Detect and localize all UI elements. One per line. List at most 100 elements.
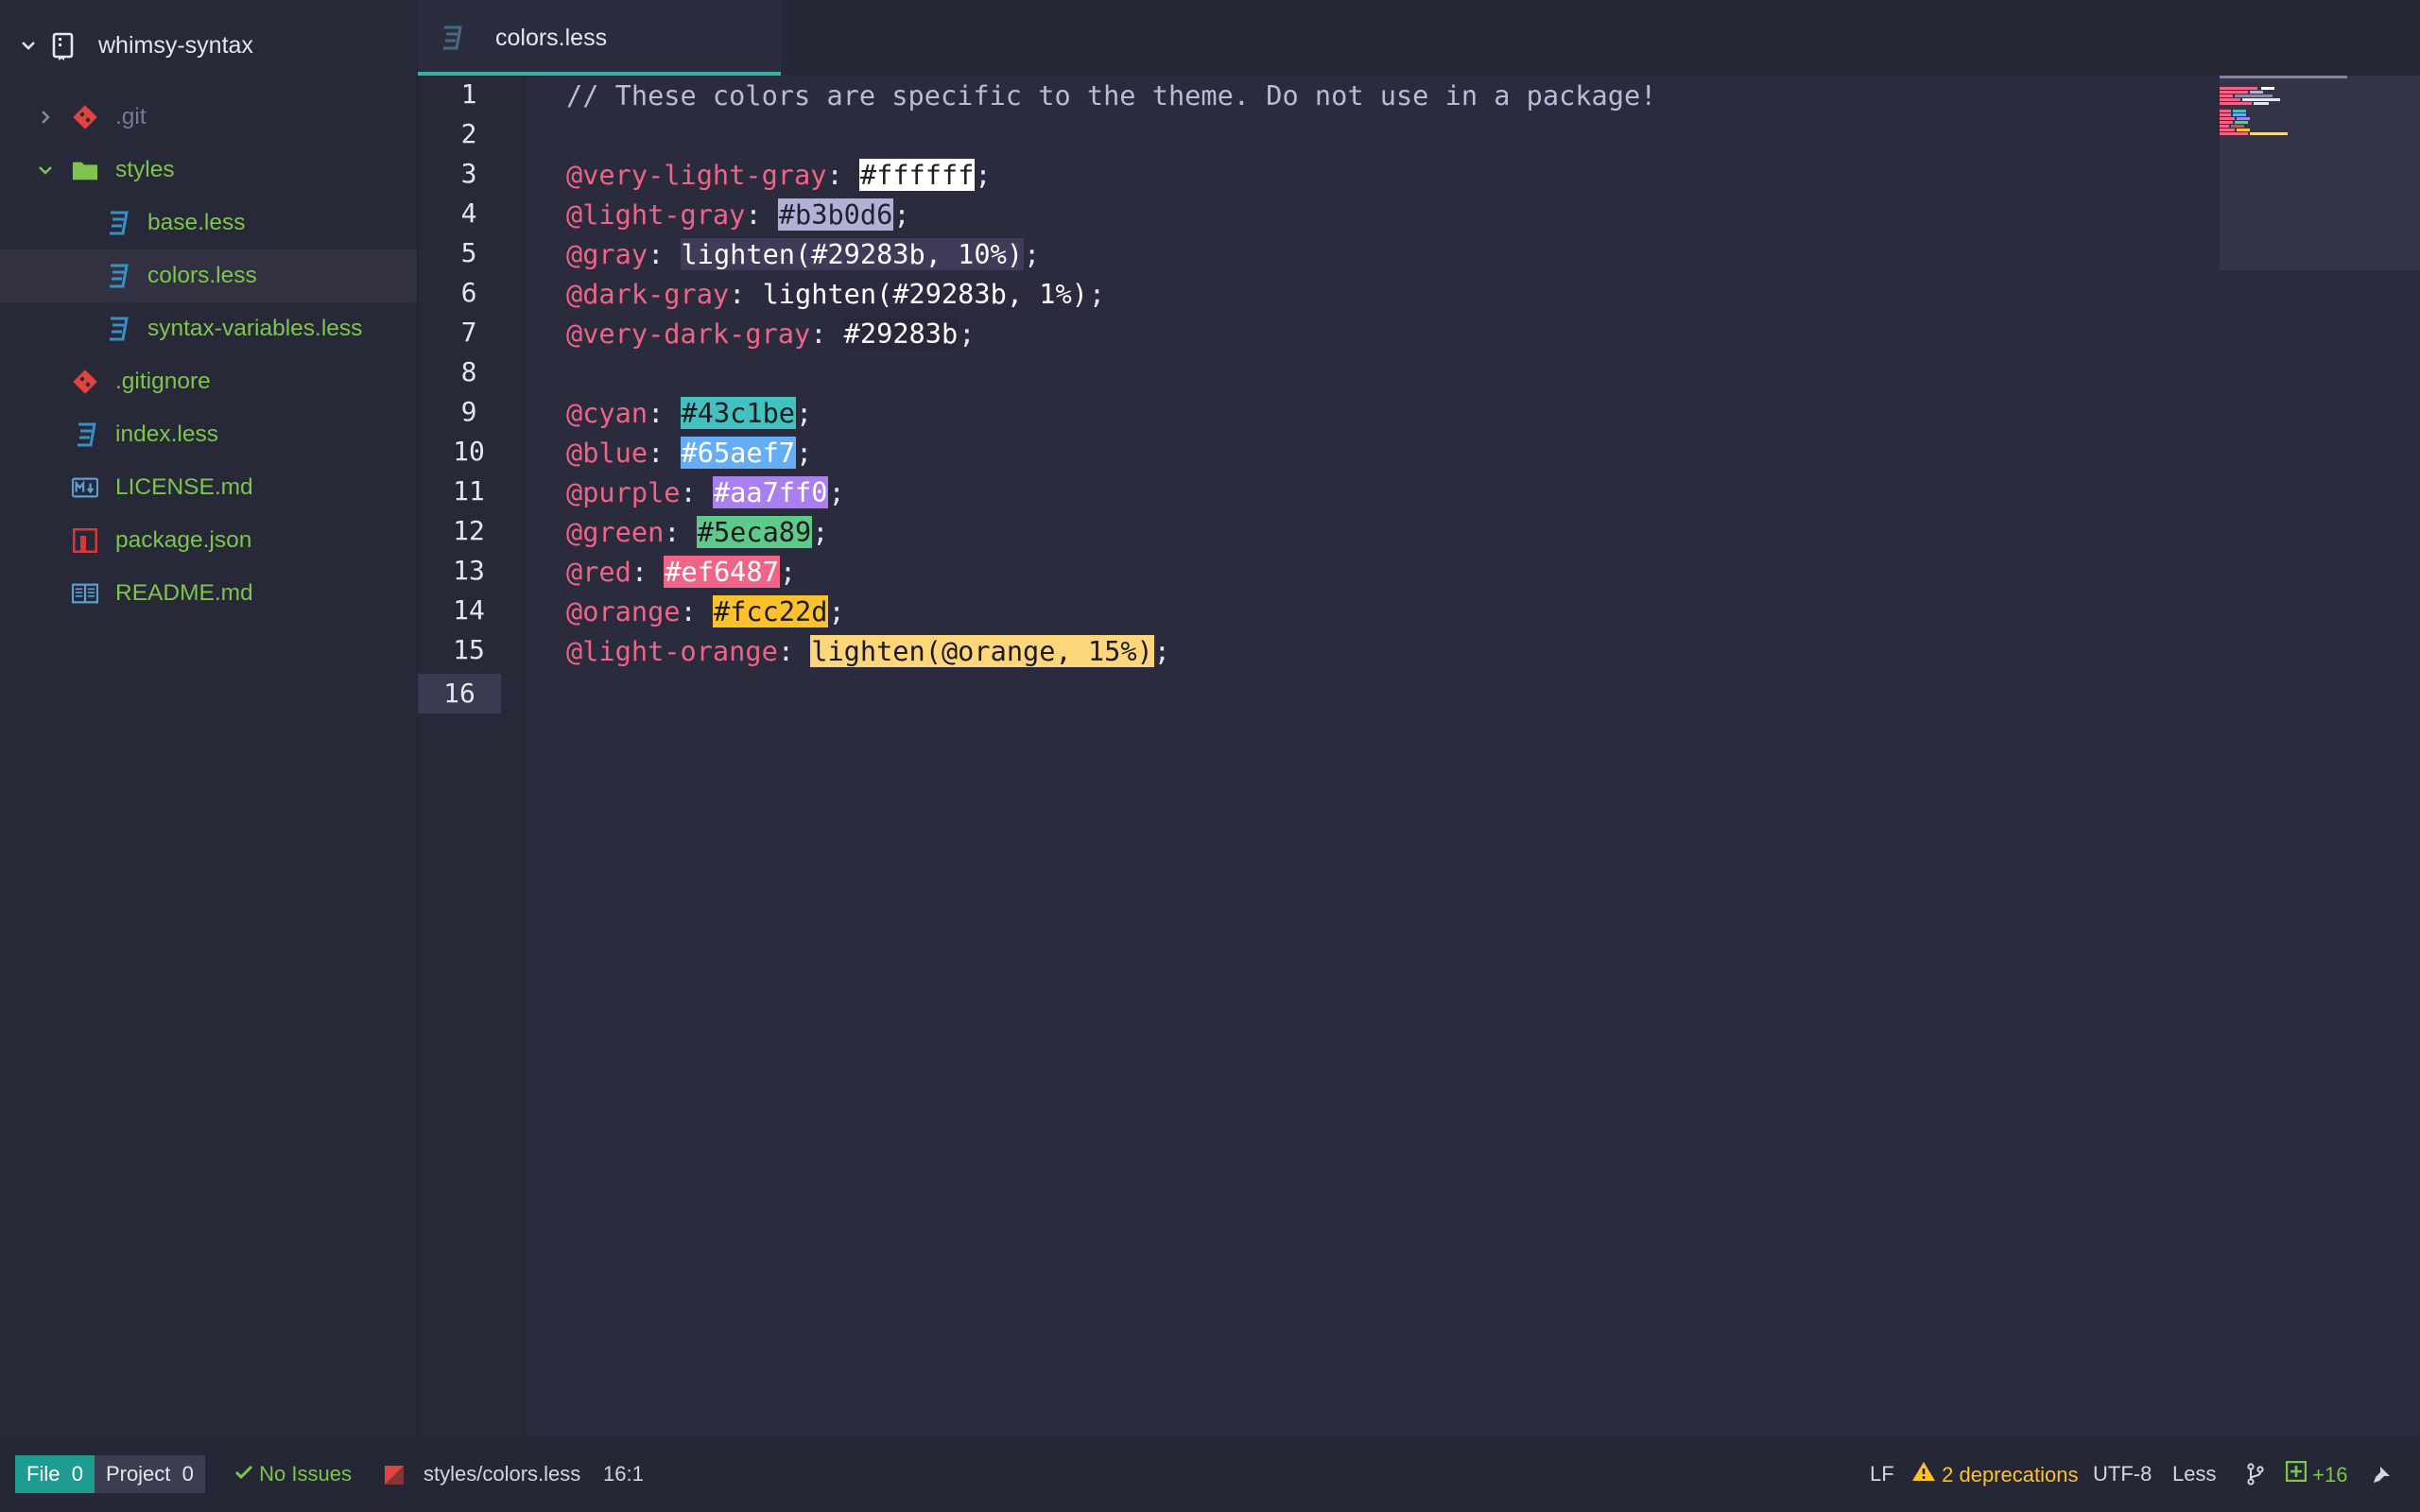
tree-item-colors-less[interactable]: colors.less	[0, 249, 417, 302]
no-issues-status[interactable]: No Issues	[234, 1461, 352, 1487]
folder-icon	[72, 157, 98, 183]
colon: :	[729, 278, 762, 310]
color-swatch: #fcc22d	[712, 595, 829, 627]
semicolon: ;	[1024, 238, 1041, 270]
variable-name: @dark-gray	[566, 278, 730, 310]
file-issues-badge[interactable]: File 0	[15, 1455, 95, 1493]
grammar[interactable]: Less	[2172, 1461, 2216, 1487]
minimap-line	[2220, 76, 2347, 78]
colon: :	[826, 159, 859, 191]
tree-item-base-less[interactable]: base.less	[0, 197, 417, 249]
tree-item-gitignore[interactable]: .gitignore	[0, 355, 417, 408]
check-icon	[234, 1462, 259, 1486]
line-number: 9	[460, 396, 477, 427]
tree-item-syntax-variables-less[interactable]: syntax-variables.less	[0, 302, 417, 355]
line-number: 14	[453, 594, 485, 626]
semicolon: ;	[812, 516, 829, 548]
project-issues-badge[interactable]: Project 0	[94, 1455, 205, 1493]
cursor-position[interactable]: 16:1	[603, 1461, 644, 1487]
line-number: 3	[460, 158, 477, 189]
line-number: 4	[460, 198, 477, 229]
tree-item-label: colors.less	[147, 263, 257, 288]
tree-item-styles[interactable]: styles	[0, 144, 417, 197]
colon: :	[777, 635, 811, 667]
minimap-line	[2220, 117, 2235, 120]
color-swatch: lighten(@orange, 15%)	[810, 635, 1154, 667]
color-swatch: lighten(#29283b, 10%)	[680, 238, 1025, 270]
text-editor[interactable]: 1 2 3 4 5 6 7 8 9 10 11 12 13 14 15 16 /…	[418, 76, 2420, 1436]
colon: :	[648, 437, 681, 469]
semicolon: ;	[959, 318, 976, 350]
colon: :	[648, 238, 681, 270]
line-number: 1	[460, 78, 477, 110]
tab-colors-less[interactable]: colors.less	[418, 0, 781, 76]
markdown-icon	[72, 474, 98, 501]
minimap-line	[2220, 87, 2257, 90]
tree-item-index-less[interactable]: index.less	[0, 408, 417, 461]
git-diff-count: +16	[2312, 1463, 2348, 1486]
tree-item-label: base.less	[147, 210, 246, 235]
minimap-line	[2220, 102, 2252, 105]
code-line-11: @purple: #aa7ff0;	[566, 472, 845, 512]
minimap[interactable]	[2220, 76, 2420, 270]
color-swatch: #65aef7	[680, 437, 797, 469]
color-swatch: #aa7ff0	[712, 476, 829, 508]
line-ending[interactable]: LF	[1870, 1461, 1894, 1487]
minimap-line	[2261, 87, 2274, 90]
code-area[interactable]: // These colors are specific to the them…	[527, 76, 2420, 1436]
chevron-down-icon[interactable]	[19, 32, 38, 59]
minimap-line	[2235, 121, 2248, 124]
minimap-line	[2231, 125, 2244, 128]
chevron-down-icon[interactable]	[36, 157, 55, 183]
code-line-13: @red: #ef6487;	[566, 552, 796, 592]
minimap-line	[2220, 125, 2229, 128]
tree-item-license-md[interactable]: LICENSE.md	[0, 461, 417, 514]
css3-icon	[439, 25, 465, 51]
tree-item-readme-md[interactable]: README.md	[0, 567, 417, 620]
chevron-right-icon[interactable]	[36, 104, 55, 130]
git-diff-status[interactable]: +16	[2285, 1460, 2348, 1488]
npm-icon	[72, 527, 98, 554]
line-number: 2	[460, 118, 477, 149]
color-swatch: #b3b0d6	[777, 198, 894, 231]
variable-name: @blue	[566, 437, 648, 469]
color-swatch: #5eca89	[696, 516, 813, 548]
tree-item-label: README.md	[115, 580, 253, 606]
minimap-line	[2250, 91, 2263, 94]
line-number-gutter[interactable]: 1 2 3 4 5 6 7 8 9 10 11 12 13 14 15 16	[418, 76, 527, 1436]
project-root[interactable]: whimsy-syntax	[0, 19, 417, 72]
tree-item-package-json[interactable]: package.json	[0, 514, 417, 567]
minimap-line	[2237, 117, 2250, 120]
tree-item-label: package.json	[115, 527, 252, 553]
variable-name: @red	[566, 556, 631, 588]
minimap-line	[2220, 132, 2248, 135]
pin-icon[interactable]	[2371, 1463, 2392, 1492]
git-branch-icon[interactable]	[2246, 1463, 2265, 1492]
code-line-6: @dark-gray: lighten(#29283b, 1%);	[566, 274, 1105, 314]
minimap-line	[2220, 110, 2231, 112]
status-bar: File 0 Project 0 No Issues styles/colors…	[0, 1436, 2420, 1512]
file-modified-icon	[384, 1465, 405, 1492]
css3-icon	[104, 316, 130, 342]
line-number: 12	[453, 515, 485, 546]
css3-icon	[104, 263, 130, 289]
code-line-3: @very-light-gray: #ffffff;	[566, 155, 992, 195]
colon: :	[648, 397, 681, 429]
deprecations-label: 2 deprecations	[1942, 1463, 2079, 1486]
minimap-line	[2220, 129, 2235, 131]
tree-item-git[interactable]: .git	[0, 91, 417, 144]
code-line-5: @gray: lighten(#29283b, 10%);	[566, 234, 1040, 274]
tree-item-label: .git	[115, 104, 147, 129]
linter-counts[interactable]: File 0 Project 0	[15, 1455, 205, 1493]
minimap-line	[2220, 121, 2233, 124]
encoding[interactable]: UTF-8	[2093, 1461, 2152, 1487]
minimap-line	[2235, 94, 2273, 97]
tree-item-label: .gitignore	[115, 369, 211, 394]
line-number: 6	[460, 277, 477, 308]
git-icon	[72, 104, 98, 130]
tree-item-label: syntax-variables.less	[147, 316, 363, 341]
minimap-line	[2220, 91, 2248, 94]
file-path[interactable]: styles/colors.less	[424, 1461, 580, 1487]
line-number: 13	[453, 555, 485, 586]
deprecations-status[interactable]: 2 deprecations	[1911, 1461, 2078, 1488]
